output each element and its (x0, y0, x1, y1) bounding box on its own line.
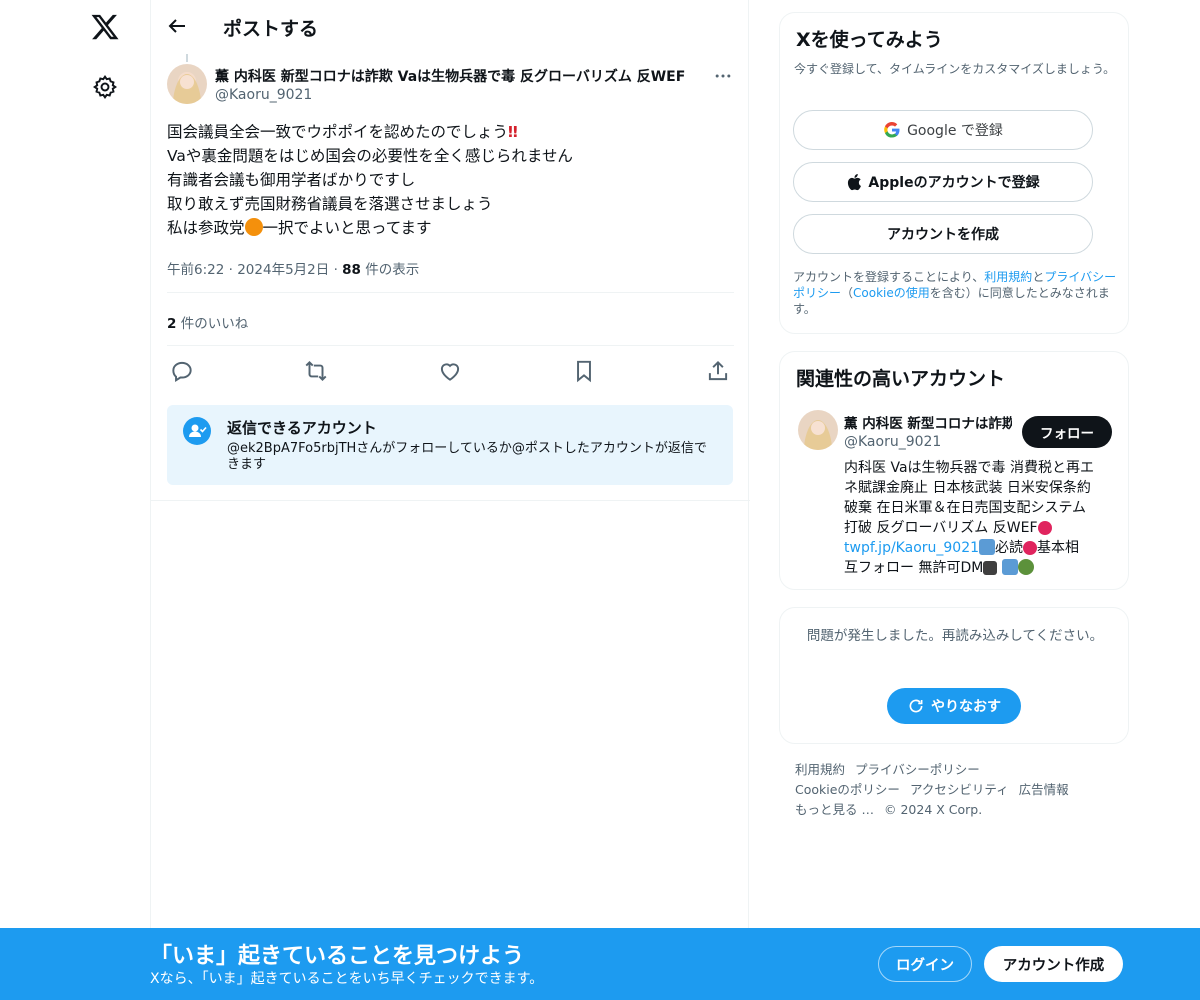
cross-mark-emoji (983, 561, 998, 575)
post-line: 国会議員全会一致でウポポイを認めたのでしょう (167, 123, 509, 141)
signup-legal-text: アカウントを登録することにより、利用規約とプライバシーポリシー（Cookieの使… (793, 269, 1123, 317)
signup-card: Xを使ってみよう 今すぐ登録して、タイムラインをカスタマイズしましょう。 Goo… (779, 12, 1129, 334)
left-arrow-emoji (979, 539, 996, 555)
broccoli-emoji (1017, 559, 1034, 575)
related-accounts-card: 関連性の高いアカウント 薫 内科医 新型コロナは詐欺 Vaは生物兵器で毒 反グロ… (779, 351, 1129, 590)
page-title: ポストする (223, 18, 319, 40)
views-label: 件の表示 (365, 262, 420, 278)
reply-notice-title: 返信できるアカウント (227, 419, 377, 437)
page-header: ポストする (151, 0, 748, 53)
repost-icon[interactable] (303, 358, 329, 384)
error-card: 問題が発生しました。再読み込みしてください。 やりなおす (779, 607, 1129, 744)
banner-subtitle: Xなら、「いま」起きていることをいち早くチェックできます。 (150, 971, 544, 987)
reply-permission-icon (183, 417, 211, 445)
divider (167, 292, 734, 293)
cookie-link[interactable]: Cookieの使用 (853, 286, 930, 300)
orange-circle-emoji (244, 218, 263, 236)
apple-signup-label: Appleのアカウントで登録 (868, 175, 1040, 191)
bio-link[interactable]: twpf.jp/Kaoru_9021 (844, 540, 979, 556)
ribbon-emoji (1037, 521, 1052, 535)
footer-link-ads[interactable]: 広告情報 (1019, 782, 1069, 797)
error-message: 問題が発生しました。再読み込みしてください。 (806, 628, 1104, 644)
post-line: 有識者会議も御用学者ばかりですし (167, 171, 416, 189)
retry-button[interactable]: やりなおす (887, 688, 1021, 724)
footer-link-cookie[interactable]: Cookieのポリシー (795, 782, 900, 797)
bio-line: ネ賦課金廃止 日本核武装 日米安保条約 (844, 480, 1091, 496)
gear-icon[interactable] (92, 74, 118, 100)
footer-link-more[interactable]: もっと見る … (795, 802, 874, 817)
footer-link-terms[interactable]: 利用規約 (795, 762, 845, 777)
post-date[interactable]: 2024年5月2日 (237, 262, 329, 278)
divider (151, 500, 750, 501)
bio-text: 基本相 (1037, 540, 1080, 556)
bio-line: 破棄 在日米軍＆在日売国支配システム (844, 500, 1087, 516)
likes-summary[interactable]: 2 件のいいね (167, 312, 248, 332)
bio-text: 必読 (995, 540, 1024, 556)
related-account-bio: 内科医 Vaは生物兵器で毒 消費税と再エ ネ賦課金廃止 日本核武装 日米安保条約… (844, 458, 1114, 578)
terms-link[interactable]: 利用規約 (984, 270, 1032, 284)
google-icon (884, 122, 900, 138)
footer-copyright: © 2024 X Corp. (883, 802, 983, 817)
refresh-icon (909, 699, 923, 713)
bookmark-icon[interactable] (571, 358, 597, 384)
like-icon[interactable] (437, 358, 463, 384)
bio-line: 内科医 Vaは生物兵器で毒 消費税と再エ (844, 460, 1094, 476)
post-line: 一択でよいと思ってます (262, 219, 432, 237)
legal-text: （ (841, 286, 854, 300)
footer-link-privacy[interactable]: プライバシーポリシー (855, 762, 980, 777)
google-signup-button[interactable]: Google で登録 (793, 110, 1093, 150)
legal-text: アカウントを登録することにより、 (793, 270, 985, 284)
post-line: Vaや裏金問題をはじめ国会の必要性を全く感じられません (167, 147, 573, 165)
login-button[interactable]: ログイン (878, 946, 972, 982)
likes-count: 2 (167, 316, 177, 332)
bio-text: 互フォロー 無許可DM (844, 560, 984, 576)
post-line: 取り敢えず売国財務省議員を落選させましょう (167, 195, 493, 213)
banner-title: 「いま」起きていることを見つけよう (150, 944, 525, 969)
signup-subtitle: 今すぐ登録して、タイムラインをカスタマイズしましょう。 (794, 62, 1116, 76)
legal-text: と (1032, 270, 1045, 284)
footer-link-accessibility[interactable]: アクセシビリティ (910, 782, 1009, 797)
post-line: 私は参政党 (167, 219, 245, 237)
signup-banner: 「いま」起きていることを見つけよう Xなら、「いま」起きていることをいち早くチェ… (0, 928, 1200, 1000)
author-handle[interactable]: @Kaoru_9021 (215, 87, 312, 103)
apple-icon (848, 174, 862, 191)
reply-restriction-notice: 返信できるアカウント @ek2BpA7Fo5rbjTHさんがフォローしているか@… (167, 405, 733, 485)
google-signup-label: Google で登録 (907, 123, 1003, 139)
left-nav (0, 0, 150, 1000)
ribbon-emoji (1023, 541, 1038, 555)
double-exclamation-emoji: ‼ (508, 123, 518, 141)
retry-label: やりなおす (931, 699, 1001, 715)
post-text: 国会議員全会一致でウポポイを認めたのでしょう‼ Vaや裏金問題をはじめ国会の必要… (167, 120, 734, 240)
thread-line (186, 54, 188, 62)
post-time[interactable]: 午前6:22 (167, 262, 224, 278)
avatar[interactable] (167, 64, 207, 104)
views-count: 88 (342, 262, 361, 278)
post-meta: 午前6:22 · 2024年5月2日 · 88 件の表示 (167, 262, 420, 278)
avatar[interactable] (798, 410, 838, 450)
reply-icon[interactable] (169, 358, 195, 384)
signup-button[interactable]: アカウント作成 (984, 946, 1123, 982)
related-title: 関連性の高いアカウント (796, 368, 1006, 390)
create-account-button[interactable]: アカウントを作成 (793, 214, 1093, 254)
more-options-icon[interactable] (713, 66, 733, 86)
apple-signup-button[interactable]: Appleのアカウントで登録 (793, 162, 1093, 202)
x-logo-icon[interactable] (90, 12, 120, 42)
divider (167, 345, 734, 346)
bio-line: 打破 反グローバリズム 反WEF (844, 520, 1038, 536)
related-account-handle[interactable]: @Kaoru_9021 (844, 434, 941, 450)
follow-button[interactable]: フォロー (1022, 416, 1112, 448)
likes-label: 件のいいね (180, 316, 249, 332)
reply-notice-body: @ek2BpA7Fo5rbjTHさんがフォローしているか@ポストしたアカウントが… (227, 441, 707, 472)
signup-title: Xを使ってみよう (796, 29, 943, 51)
post-actions (167, 356, 734, 386)
related-account-name[interactable]: 薫 内科医 新型コロナは詐欺 Vaは生物兵器で毒 反グローバリズム 反WEF (844, 412, 1012, 432)
footer-links: 利用規約 プライバシーポリシー Cookieのポリシー アクセシビリティ 広告情報 も… (795, 760, 1125, 820)
share-icon[interactable] (705, 358, 731, 384)
main-column: ポストする 薫 内科医 新型コロナは詐欺 Vaは生物兵器で毒 反グローバリズム … (150, 0, 750, 1000)
right-arrow-emoji (1001, 559, 1018, 575)
arrow-left-icon[interactable] (165, 14, 189, 38)
author-name[interactable]: 薫 内科医 新型コロナは詐欺 Vaは生物兵器で毒 反グローバリズム 反WEF (215, 66, 685, 86)
